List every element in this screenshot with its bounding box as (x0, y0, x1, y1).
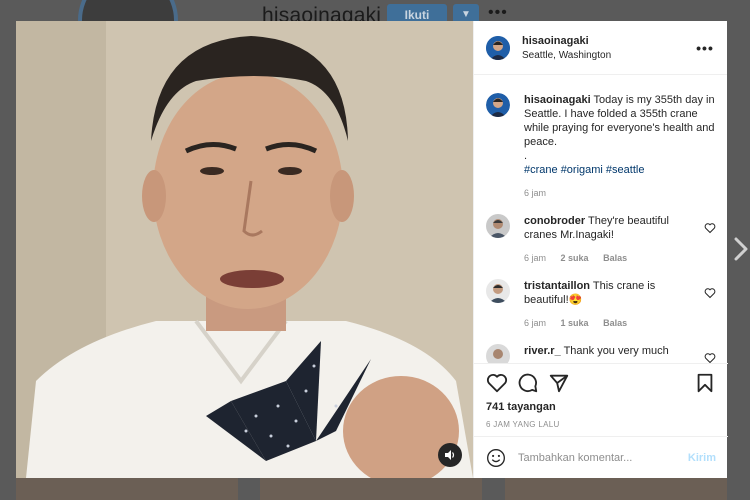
caption-username[interactable]: hisaoinagaki (524, 94, 591, 106)
like-heart-icon[interactable] (486, 372, 508, 394)
post-header: hisaoinagaki Seattle, Washington ••• (474, 21, 727, 75)
author-avatar[interactable] (486, 93, 510, 117)
avatar-image (486, 35, 510, 60)
avatar-image (486, 344, 510, 363)
avatar-image (486, 93, 510, 117)
chevron-down-icon: ▼ (461, 9, 471, 20)
comment-username[interactable]: river.r_ (524, 345, 561, 357)
grid-thumbnail[interactable] (505, 478, 727, 500)
video-frame (16, 21, 473, 478)
commenter-avatar[interactable] (486, 279, 510, 303)
comments-list[interactable]: hisaoinagaki Today is my 355th day in Se… (474, 76, 728, 363)
avatar-image (486, 279, 510, 303)
reply-button[interactable]: Balas (603, 318, 627, 328)
next-post-arrow-icon[interactable] (733, 236, 749, 262)
caption-hashtags[interactable]: #crane #origami #seattle (524, 163, 716, 177)
post-modal: hisaoinagaki Seattle, Washington ••• his… (16, 21, 728, 478)
post-location[interactable]: Seattle, Washington (522, 50, 695, 61)
grid-thumbnail[interactable] (16, 478, 238, 500)
commenter-avatar[interactable] (486, 344, 510, 363)
comment-text: Thank you very much (563, 345, 669, 357)
author-username[interactable]: hisaoinagaki (522, 35, 695, 47)
comment-username[interactable]: conobroder (524, 215, 585, 227)
caption-separator: . (524, 150, 528, 162)
view-count[interactable]: 741 tayangan (486, 401, 716, 413)
comment-username[interactable]: tristantaillon (524, 280, 590, 292)
comment-time[interactable]: 6 jam (524, 318, 546, 328)
caption-time[interactable]: 6 jam (524, 188, 546, 198)
like-comment-heart-icon[interactable] (704, 352, 716, 363)
avatar-image (486, 214, 510, 238)
post-comment-button[interactable]: Kirim (688, 452, 716, 464)
reply-button[interactable]: Balas (603, 253, 627, 263)
caption: hisaoinagaki Today is my 355th day in Se… (486, 93, 716, 200)
comment-item: conobroder They're beautiful cranes Mr.I… (486, 214, 716, 265)
comment-item: tristantaillon This crane is beautiful!😍… (486, 279, 716, 330)
save-bookmark-icon[interactable] (694, 372, 716, 394)
comment-time[interactable]: 6 jam (524, 253, 546, 263)
emoji-icon[interactable] (486, 448, 506, 468)
commenter-avatar[interactable] (486, 214, 510, 238)
profile-more-button[interactable]: ••• (488, 4, 508, 22)
like-comment-heart-icon[interactable] (704, 222, 716, 234)
comment-likes[interactable]: 2 suka (561, 253, 589, 263)
video-player[interactable] (16, 21, 473, 478)
comment-item: river.r_ Thank you very much (486, 344, 716, 363)
post-actions: 741 tayangan 6 JAM YANG LALU (474, 363, 728, 435)
comment-input[interactable] (518, 451, 688, 464)
mute-toggle-button[interactable] (438, 443, 462, 467)
comment-bubble-icon[interactable] (517, 372, 539, 394)
speaker-icon (445, 450, 455, 460)
comment-likes[interactable]: 1 suka (561, 318, 589, 328)
share-paper-plane-icon[interactable] (548, 372, 570, 394)
grid-thumbnail[interactable] (260, 478, 482, 500)
like-comment-heart-icon[interactable] (704, 287, 716, 299)
post-sidebar: hisaoinagaki Seattle, Washington ••• his… (473, 21, 728, 478)
add-comment-bar: Kirim (474, 436, 728, 478)
post-timestamp: 6 JAM YANG LALU (486, 420, 560, 429)
post-options-button[interactable]: ••• (695, 40, 715, 56)
author-avatar[interactable] (486, 35, 510, 60)
